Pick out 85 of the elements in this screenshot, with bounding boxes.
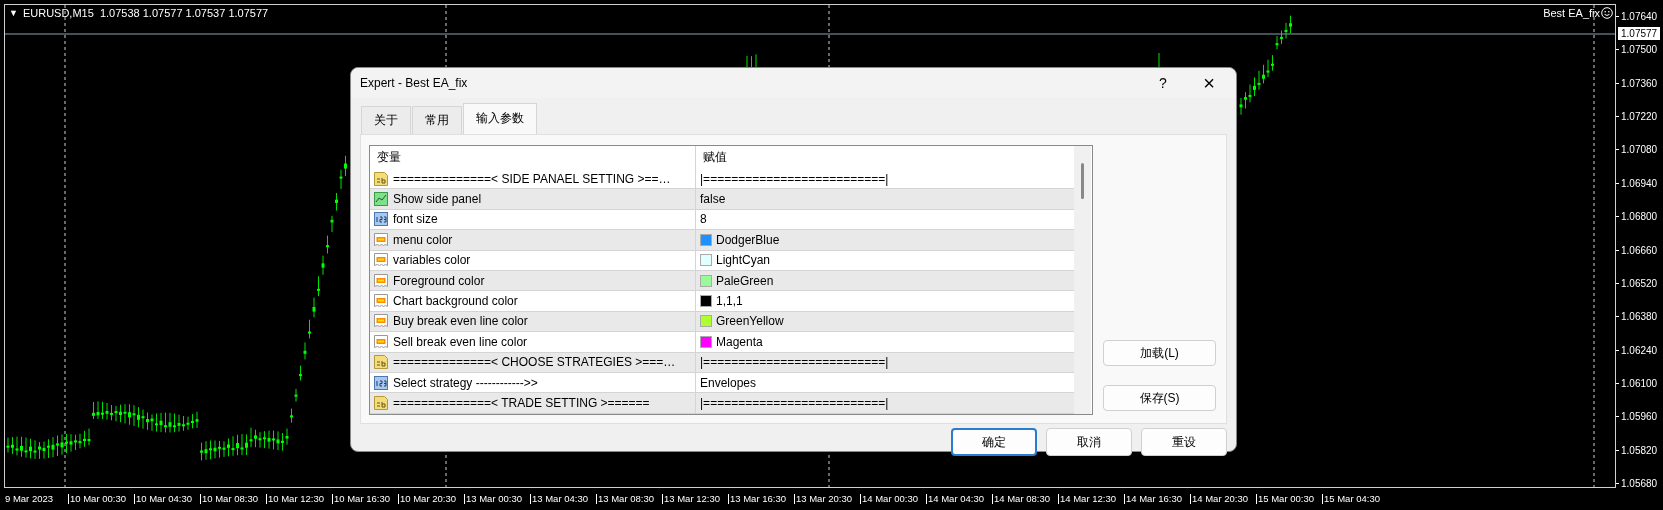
color-type-icon xyxy=(373,313,389,330)
price-label: 1.06520 xyxy=(1616,266,1663,301)
parameter-name-cell[interactable]: Show side panel xyxy=(370,189,696,209)
time-label: 10 Mar 20:30 xyxy=(398,494,464,504)
time-label: 10 Mar 00:30 xyxy=(68,494,134,504)
string-type-icon xyxy=(373,170,389,187)
parameter-name-cell[interactable]: menu color xyxy=(370,230,696,250)
price-label: 1.07080 xyxy=(1616,133,1663,167)
parameter-name-cell[interactable]: Foreground color xyxy=(370,270,696,291)
column-header[interactable]: 赋值 xyxy=(696,146,1076,169)
parameter-value-cell[interactable]: 8 xyxy=(696,209,1076,230)
parameter-name-cell[interactable]: Sell break even line color xyxy=(370,332,696,352)
parameter-value-cell[interactable]: |==========================| xyxy=(696,169,1076,189)
parameter-value-cell[interactable]: GreenYellow xyxy=(696,311,1076,332)
tab[interactable]: 输入参数 xyxy=(463,103,537,134)
parameter-value-cell[interactable]: PaleGreen xyxy=(696,270,1076,291)
price-label: 1.06240 xyxy=(1616,333,1663,367)
time-label: 13 Mar 12:30 xyxy=(662,494,728,504)
time-label: 14 Mar 20:30 xyxy=(1190,494,1256,504)
side-button[interactable]: 保存(S) xyxy=(1103,385,1216,411)
current-price-label: 1.07577 xyxy=(1618,27,1661,40)
price-label: 1.05820 xyxy=(1616,433,1663,468)
expert-name: Best EA_fix xyxy=(1543,7,1600,19)
parameter-value-cell[interactable]: |==========================| xyxy=(696,352,1076,372)
time-label: 10 Mar 16:30 xyxy=(332,494,398,504)
time-label: 10 Mar 12:30 xyxy=(266,494,332,504)
parameter-name-cell[interactable]: font size xyxy=(370,209,696,230)
price-label: 1.06660 xyxy=(1616,233,1663,267)
time-label: 13 Mar 16:30 xyxy=(728,494,794,504)
color-type-icon xyxy=(373,272,389,289)
parameter-value-cell[interactable]: Envelopes xyxy=(696,372,1076,393)
time-label: 14 Mar 16:30 xyxy=(1124,494,1190,504)
parameter-name-cell[interactable]: Buy break even line color xyxy=(370,311,696,332)
time-label: 14 Mar 12:30 xyxy=(1058,494,1124,504)
parameter-value-cell[interactable]: LightCyan xyxy=(696,250,1076,270)
time-label: 14 Mar 04:30 xyxy=(926,494,992,504)
tab[interactable]: 关于 xyxy=(361,106,411,134)
time-label: 15 Mar 04:30 xyxy=(1322,494,1388,504)
price-label: 1.07220 xyxy=(1616,100,1663,134)
number-type-icon xyxy=(373,374,389,391)
parameter-value-cell[interactable]: false xyxy=(696,189,1076,209)
time-label: 14 Mar 00:30 xyxy=(860,494,926,504)
parameter-name-cell[interactable]: variables color xyxy=(370,250,696,270)
dialog-button[interactable]: 取消 xyxy=(1046,428,1132,456)
time-label: 13 Mar 20:30 xyxy=(794,494,860,504)
tab[interactable]: 常用 xyxy=(412,106,462,134)
dialog-button[interactable]: 确定 xyxy=(951,428,1037,456)
help-button[interactable]: ? xyxy=(1140,68,1186,98)
scrollbar[interactable] xyxy=(1074,146,1091,414)
time-label: 13 Mar 00:30 xyxy=(464,494,530,504)
caret-icon[interactable]: ▼ xyxy=(9,8,18,18)
price-label: 1.05960 xyxy=(1616,400,1663,434)
price-label: 1.06940 xyxy=(1616,166,1663,201)
parameter-value-cell[interactable]: 1,1,1 xyxy=(696,291,1076,311)
price-label: 1.06100 xyxy=(1616,366,1663,401)
time-label: 14 Mar 08:30 xyxy=(992,494,1058,504)
parameter-name-cell[interactable]: Select strategy ------------>> xyxy=(370,372,696,393)
side-button[interactable]: 加载(L) xyxy=(1103,340,1216,366)
parameter-value-cell[interactable]: Magenta xyxy=(696,332,1076,352)
smiley-icon xyxy=(1601,7,1613,19)
toggle-type-icon xyxy=(373,191,389,208)
close-button[interactable]: × xyxy=(1186,68,1232,98)
dialog-button[interactable]: 重设 xyxy=(1141,428,1227,456)
color-type-icon xyxy=(373,231,389,248)
parameter-name-cell[interactable]: Chart background color xyxy=(370,291,696,311)
price-label: 1.07360 xyxy=(1616,66,1663,101)
time-label: 9 Mar 2023 xyxy=(4,494,55,504)
parameter-name-cell[interactable]: ==============< SIDE PANAEL SETTING >==… xyxy=(370,169,696,189)
time-label: 13 Mar 08:30 xyxy=(596,494,662,504)
time-label: 13 Mar 04:30 xyxy=(530,494,596,504)
parameter-name-cell[interactable]: ==============< CHOOSE STRATEGIES >===… xyxy=(370,352,696,372)
number-type-icon xyxy=(373,211,389,228)
dialog-title: Expert - Best EA_fix xyxy=(359,76,469,90)
string-type-icon xyxy=(373,354,389,371)
string-type-icon xyxy=(373,395,389,411)
time-label: 10 Mar 04:30 xyxy=(134,494,200,504)
price-label: 1.06380 xyxy=(1616,300,1663,334)
parameter-value-cell[interactable]: |==========================| xyxy=(696,393,1076,413)
time-label: 10 Mar 08:30 xyxy=(200,494,266,504)
parameter-name-cell[interactable]: ==============< TRADE SETTING >====== xyxy=(370,393,696,413)
price-label: 1.06800 xyxy=(1616,200,1663,234)
chart-symbol-info: EURUSD,M15 1.07538 1.07577 1.07537 1.07577 xyxy=(22,7,269,19)
parameter-value-cell[interactable]: DodgerBlue xyxy=(696,230,1076,250)
time-label: 15 Mar 00:30 xyxy=(1256,494,1322,504)
price-label: 1.05680 xyxy=(1616,467,1663,501)
